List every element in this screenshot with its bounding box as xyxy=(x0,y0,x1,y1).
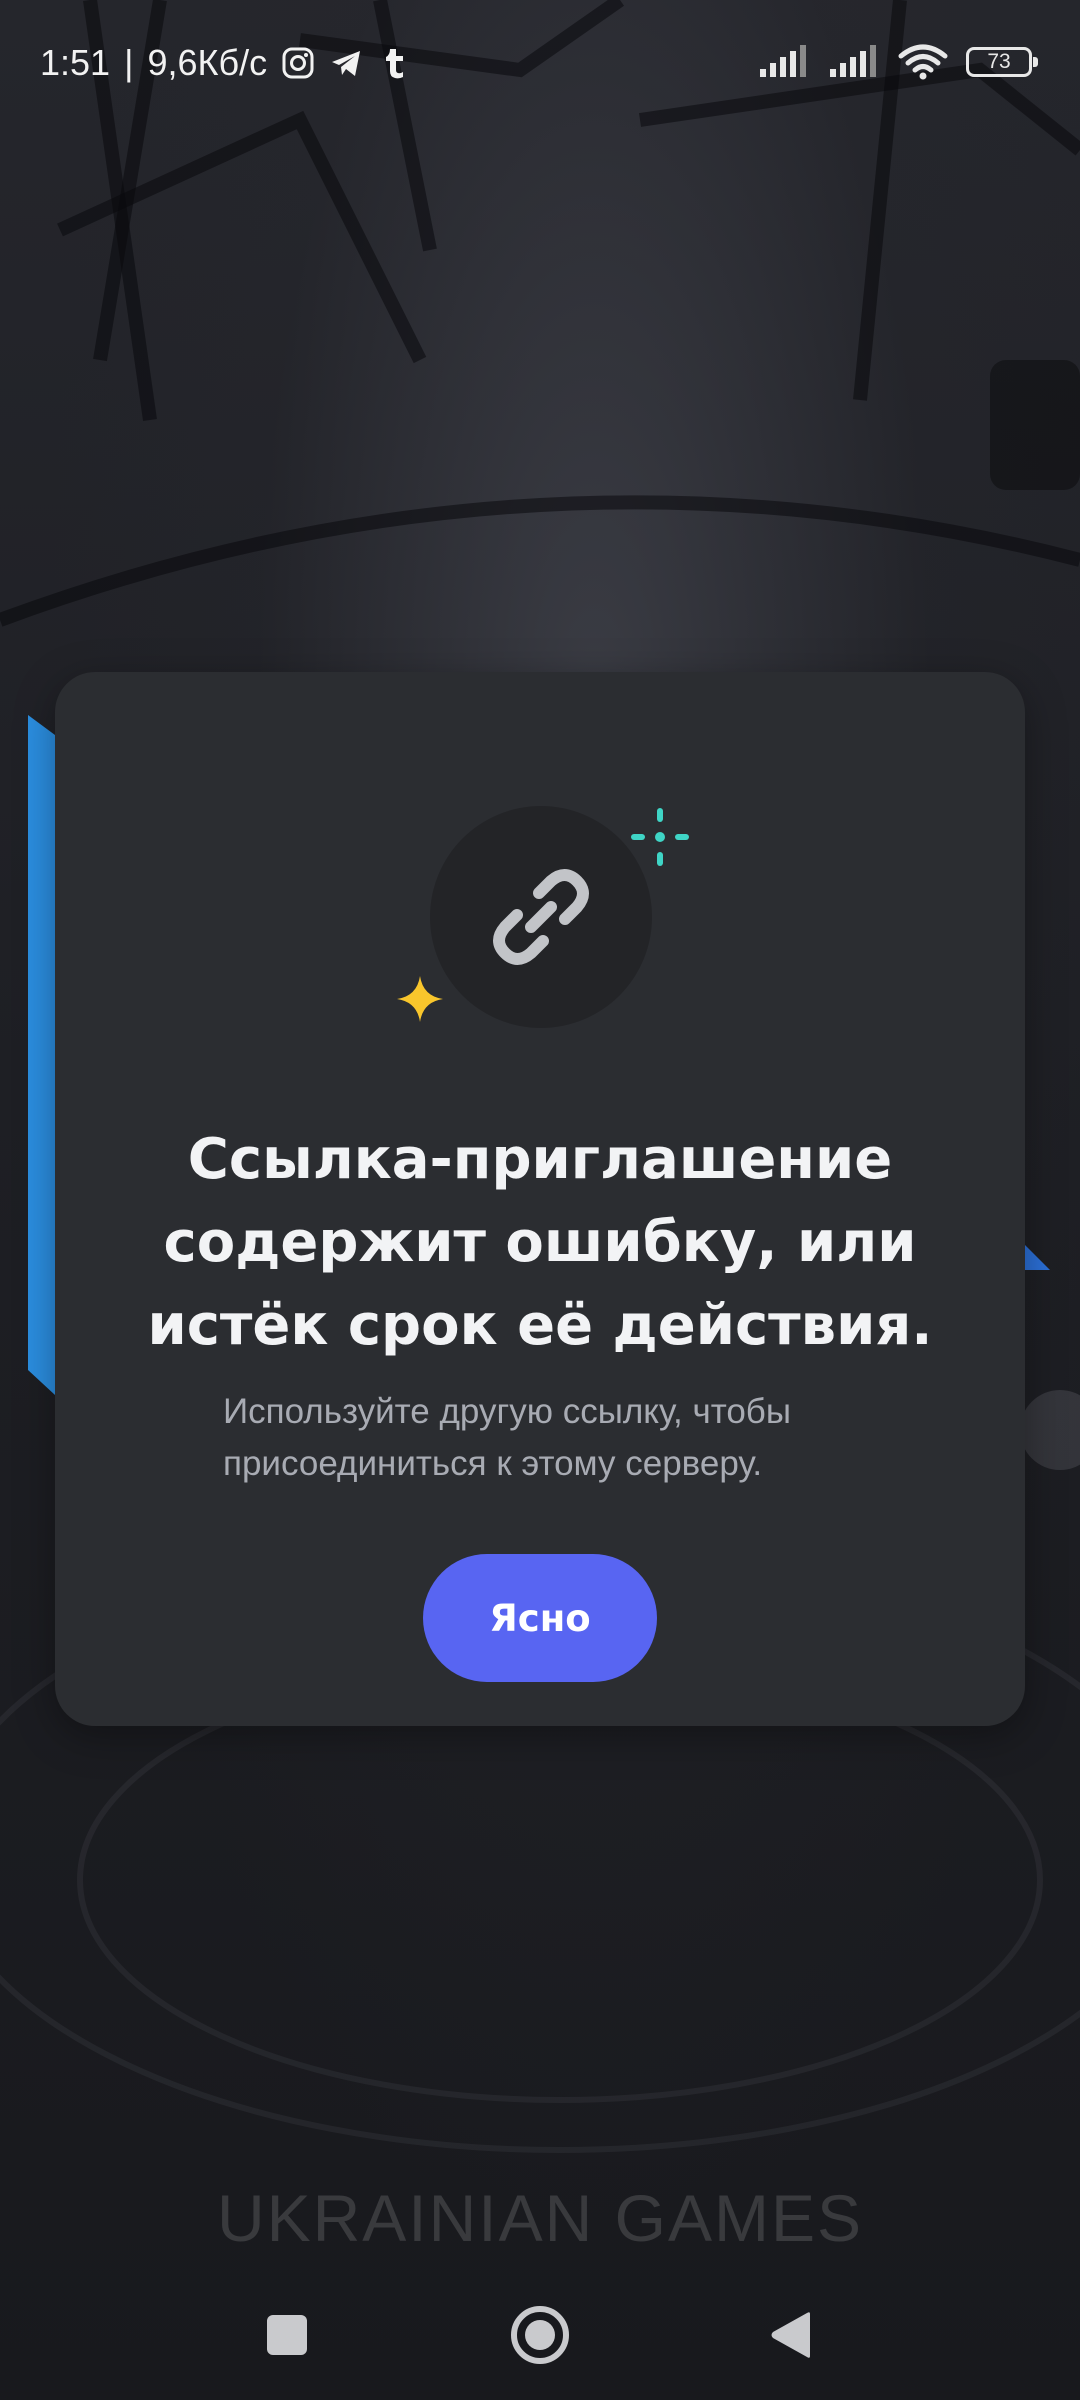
status-bar: 1:51 | 9,6Кб/с 73 xyxy=(0,0,1080,130)
navigation-bar xyxy=(0,2270,1080,2400)
instagram-icon xyxy=(282,47,314,79)
status-left: 1:51 | 9,6Кб/с xyxy=(40,42,411,84)
home-circle-icon xyxy=(511,2306,569,2364)
wifi-icon xyxy=(898,44,948,80)
telegram-icon xyxy=(332,51,361,76)
recents-square-icon xyxy=(267,2315,307,2355)
sparkle-yellow-icon xyxy=(397,976,443,1022)
dialog-subtitle: Используйте другую ссылку, чтобы присоед… xyxy=(223,1392,791,1483)
battery-level: 73 xyxy=(987,50,1011,73)
status-right: 73 xyxy=(758,44,1038,80)
tumblr-icon xyxy=(386,49,404,79)
home-button[interactable] xyxy=(505,2300,575,2370)
background-watermark: UKRAINIAN GAMES xyxy=(216,2181,864,2255)
invite-error-dialog: Ссылка-приглашение содержит ошибку, или … xyxy=(55,672,1025,1726)
signal-icon-sim2 xyxy=(830,45,876,77)
recents-button[interactable] xyxy=(252,2300,322,2370)
network-speed: 9,6Кб/с xyxy=(147,42,268,83)
signal-icon-sim1 xyxy=(760,45,806,77)
status-separator: | xyxy=(124,42,134,83)
link-icon xyxy=(493,869,589,965)
got-it-button[interactable]: Ясно xyxy=(423,1554,657,1682)
sparkle-teal-icon xyxy=(631,808,689,866)
back-button[interactable] xyxy=(756,2300,826,2370)
link-icon-badge xyxy=(430,806,652,1028)
dialog-title: Ссылка-приглашение содержит ошибку, или … xyxy=(147,1127,933,1358)
battery-indicator: 73 xyxy=(966,47,1038,77)
status-time: 1:51 xyxy=(40,42,111,83)
back-triangle-icon xyxy=(771,2312,810,2358)
